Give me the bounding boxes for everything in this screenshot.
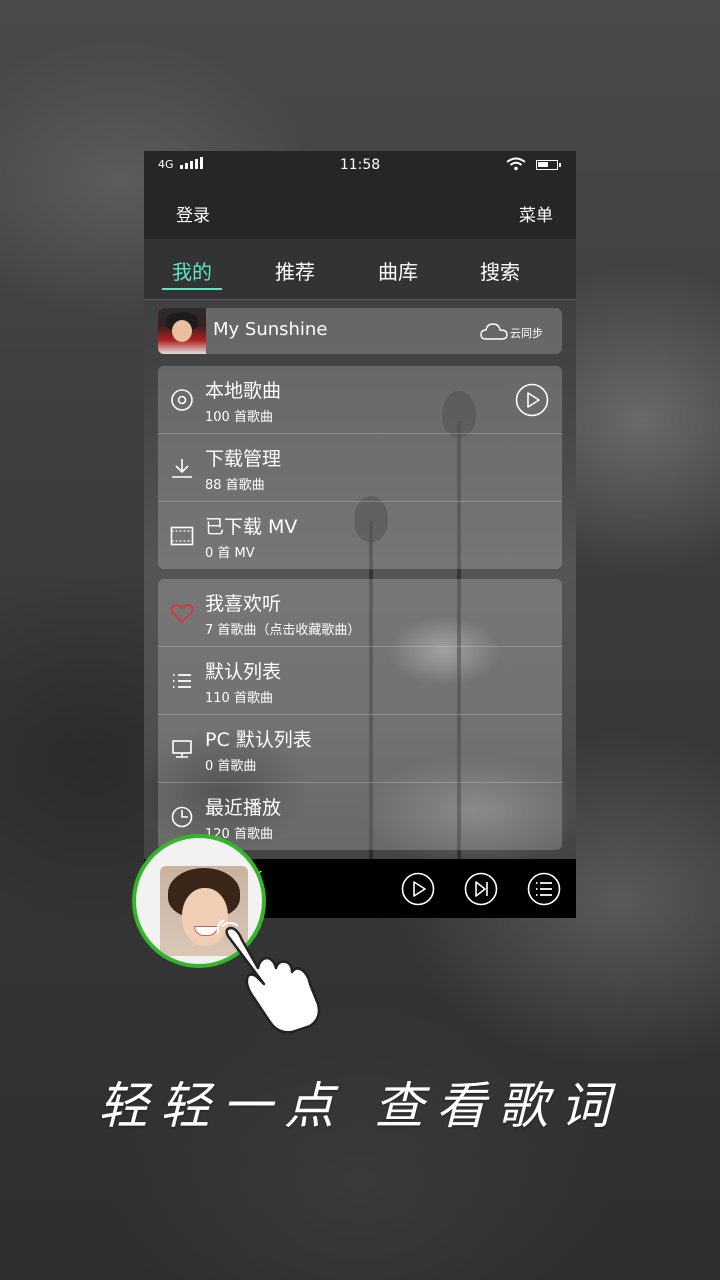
list-item-title: 本地歌曲 [205,380,282,402]
wifi-icon [506,157,526,171]
download-icon [172,459,192,478]
cloud-sync-label[interactable]: 云同步 [510,325,543,341]
avatar[interactable] [158,308,206,354]
playlist-button[interactable] [527,872,561,906]
tab-search[interactable]: 搜索 [470,256,530,285]
list-item-subtitle: 7 首歌曲（点击收藏歌曲） [205,623,361,638]
next-button[interactable] [464,872,498,906]
clock-icon [171,806,193,828]
play-all-button[interactable] [515,383,549,417]
tap-hand-icon [216,919,321,1034]
heart-icon [170,604,194,624]
monitor-icon [172,740,192,758]
list-item-subtitle: 100 首歌曲 [205,410,273,425]
disc-icon [171,389,193,411]
tab-bar: 我的 推荐 曲库 搜索 [144,239,576,300]
list-item-title: 下载管理 [205,448,282,470]
local-music-card: 本地歌曲 100 首歌曲 下载管理 88 首歌曲 已下载 MV 0 首 MV [158,366,562,569]
list-item-title: 我喜欢听 [205,593,282,615]
menu-button[interactable]: 菜单 [519,201,553,226]
tab-recommend[interactable]: 推荐 [265,256,325,285]
login-button[interactable]: 登录 [176,201,210,226]
list-item-subtitle: 88 首歌曲 [205,478,265,493]
list-item-favorites[interactable]: 我喜欢听 7 首歌曲（点击收藏歌曲） [158,579,562,647]
list-item-default-list[interactable]: 默认列表 110 首歌曲 [158,647,562,715]
app-header: 登录 菜单 [144,181,576,239]
list-item-title: 已下载 MV [205,516,298,538]
video-icon [170,526,194,546]
playlists-card: 我喜欢听 7 首歌曲（点击收藏歌曲） 默认列表 110 首歌曲 PC 默认列表 … [158,579,562,850]
battery-icon [536,160,561,170]
profile-card[interactable]: My Sunshine 云同步 [158,308,562,354]
list-item-subtitle: 0 首歌曲 [205,759,257,774]
phone-screen: 4G 11:58 登录 菜单 我的 推荐 曲库 搜索 My Sunshine 云… [144,151,576,918]
list-item-pc-list[interactable]: PC 默认列表 0 首歌曲 [158,715,562,783]
list-icon [173,674,191,688]
list-item-downloads[interactable]: 下载管理 88 首歌曲 [158,434,562,502]
cloud-icon[interactable] [480,321,508,341]
list-item-subtitle: 0 首 MV [205,546,255,561]
tab-library[interactable]: 曲库 [368,256,428,285]
status-bar: 4G 11:58 [144,151,576,181]
promo-caption: 轻轻一点 查看歌词 [98,1077,622,1135]
profile-name: My Sunshine [213,319,328,340]
play-button[interactable] [401,872,435,906]
list-item-local-songs[interactable]: 本地歌曲 100 首歌曲 [158,366,562,434]
list-item-title: PC 默认列表 [205,729,312,751]
tab-mine[interactable]: 我的 [162,256,222,290]
list-item-title: 最近播放 [205,797,282,819]
list-item-title: 默认列表 [205,661,282,683]
list-item-subtitle: 110 首歌曲 [205,691,273,706]
list-item-downloaded-mv[interactable]: 已下载 MV 0 首 MV [158,502,562,569]
